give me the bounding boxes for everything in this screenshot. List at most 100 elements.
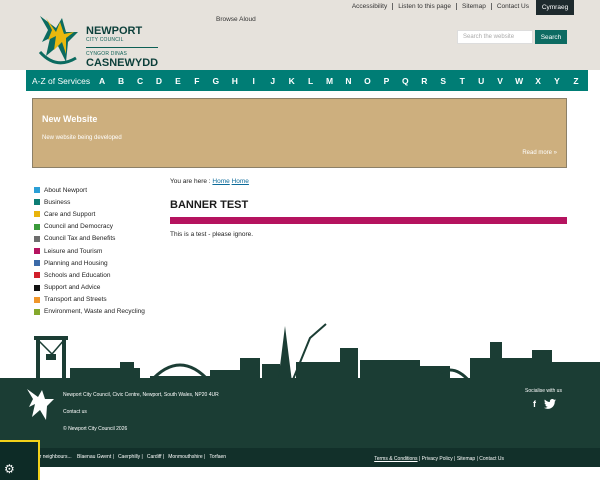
sidebar-item[interactable]: Business xyxy=(34,196,164,208)
az-letter-t[interactable]: T xyxy=(456,76,468,86)
legal-links: Terms & Conditions | Privacy Policy | Si… xyxy=(374,456,504,462)
logo-divider xyxy=(86,47,158,48)
sidebar-item-label: About Newport xyxy=(44,186,87,194)
footer-address: Newport City Council, Civic Centre, Newp… xyxy=(63,392,219,398)
page-title: BANNER TEST xyxy=(170,199,249,211)
sidebar-item[interactable]: Council Tax and Benefits xyxy=(34,233,164,245)
site-logo[interactable]: NEWPORT CITY COUNCIL CYNGOR DINAS CASNEW… xyxy=(36,12,166,69)
search-button[interactable]: Search xyxy=(535,30,567,44)
legal-link[interactable]: Privacy Policy xyxy=(422,456,453,462)
sidebar-item-label: Council Tax and Benefits xyxy=(44,235,116,243)
twitter-icon[interactable] xyxy=(544,399,556,409)
az-letter-o[interactable]: O xyxy=(361,76,373,86)
separator: | xyxy=(202,454,206,460)
neighbour-link[interactable]: Torfaen xyxy=(209,454,226,460)
az-letter-y[interactable]: Y xyxy=(551,76,563,86)
sidebar-item[interactable]: About Newport xyxy=(34,184,164,196)
separator: | xyxy=(140,454,143,460)
sidebar-color-square-icon xyxy=(34,308,40,315)
logo-line-2: CITY COUNCIL xyxy=(86,37,124,43)
az-letter-l[interactable]: L xyxy=(305,76,317,86)
sidebar-item-label: Transport and Streets xyxy=(44,296,107,304)
separator: | xyxy=(111,454,114,460)
sidebar-item[interactable]: Planning and Housing xyxy=(34,257,164,269)
sidebar-color-square-icon xyxy=(34,187,40,194)
city-skyline-illustration xyxy=(0,323,600,382)
az-letter-r[interactable]: R xyxy=(418,76,430,86)
az-letter-z[interactable]: Z xyxy=(570,76,582,86)
az-letter-n[interactable]: N xyxy=(343,76,355,86)
az-letter-b[interactable]: B xyxy=(115,76,127,86)
sidebar-item-label: Business xyxy=(44,198,71,206)
breadcrumb-home-link-2[interactable]: Home xyxy=(232,178,249,185)
legal-link[interactable]: Terms & Conditions xyxy=(374,456,417,462)
az-navigation: A-Z of Services ABCDEFGHIJKLMNOPQRSTUVWX… xyxy=(26,70,588,91)
breadcrumb-prefix: You are here : xyxy=(170,178,211,185)
az-letter-e[interactable]: E xyxy=(172,76,184,86)
neighbour-link[interactable]: Blaenau Gwent xyxy=(77,454,111,460)
logo-line-4: CASNEWYDD xyxy=(86,57,159,69)
facebook-icon[interactable]: f xyxy=(533,399,536,409)
neighbour-link[interactable]: Caerphilly xyxy=(118,454,140,460)
contact-link[interactable]: Contact Us xyxy=(492,3,534,10)
az-letter-a[interactable]: A xyxy=(96,76,108,86)
az-letter-q[interactable]: Q xyxy=(399,76,411,86)
az-letter-m[interactable]: M xyxy=(324,76,336,86)
az-letter-w[interactable]: W xyxy=(513,76,525,86)
neighbour-link[interactable]: Monmouthshire xyxy=(168,454,202,460)
sidebar-color-square-icon xyxy=(34,223,40,230)
az-letter-s[interactable]: S xyxy=(437,76,449,86)
title-underline-bar xyxy=(170,217,567,224)
gear-icon: ⚙ xyxy=(4,462,15,476)
az-letter-j[interactable]: J xyxy=(267,76,279,86)
footer-bottom-bar: Our neighbours... Blaenau Gwent | Caerphi… xyxy=(0,448,600,467)
listen-link[interactable]: Listen to this page xyxy=(393,3,457,10)
social-links: f xyxy=(533,399,556,409)
az-letter-h[interactable]: H xyxy=(229,76,241,86)
az-letter-d[interactable]: D xyxy=(153,76,165,86)
banner-subtitle: New website being developed xyxy=(42,135,122,141)
footer-dragon-logo-icon xyxy=(27,389,54,420)
legal-link[interactable]: Sitemap xyxy=(457,456,475,462)
logo-wordmark: NEWPORT CITY COUNCIL CYNGOR DINAS CASNEW… xyxy=(86,25,159,69)
sidebar-item[interactable]: Environment, Waste and Recycling xyxy=(34,306,164,318)
breadcrumb: You are here : Home Home xyxy=(170,178,249,185)
sidebar-item[interactable]: Council and Democracy xyxy=(34,221,164,233)
footer-copyright: © Newport City Council 2026 xyxy=(63,426,128,432)
az-letter-v[interactable]: V xyxy=(494,76,506,86)
sidebar-item-label: Council and Democracy xyxy=(44,223,114,231)
cookie-settings-button[interactable]: ⚙ xyxy=(0,440,40,480)
az-letter-x[interactable]: X xyxy=(532,76,544,86)
logo-line-1: NEWPORT xyxy=(86,25,143,37)
browse-aloud-link[interactable]: Browse Aloud xyxy=(216,16,256,23)
sidebar-item-label: Environment, Waste and Recycling xyxy=(44,308,145,316)
sidebar-color-square-icon xyxy=(34,284,40,291)
language-button[interactable]: Cymraeg xyxy=(536,0,574,15)
az-letter-u[interactable]: U xyxy=(475,76,487,86)
breadcrumb-home-link[interactable]: Home xyxy=(212,178,229,185)
promo-banner[interactable]: New Website New website being developed … xyxy=(32,98,567,168)
az-letter-g[interactable]: G xyxy=(210,76,222,86)
banner-title: New Website xyxy=(42,114,98,124)
az-letter-i[interactable]: I xyxy=(248,76,260,86)
sidebar-item[interactable]: Care and Support xyxy=(34,208,164,220)
az-letter-f[interactable]: F xyxy=(191,76,203,86)
sidebar-item[interactable]: Transport and Streets xyxy=(34,294,164,306)
sidebar-item[interactable]: Leisure and Tourism xyxy=(34,245,164,257)
sidebar-color-square-icon xyxy=(34,235,40,242)
sidebar-item[interactable]: Schools and Education xyxy=(34,269,164,281)
az-letter-c[interactable]: C xyxy=(134,76,146,86)
search-input[interactable]: Search the website xyxy=(457,30,533,44)
sidebar-item[interactable]: Support and Advice xyxy=(34,282,164,294)
sidebar-item-label: Schools and Education xyxy=(44,271,111,279)
banner-read-more-link[interactable]: Read more » xyxy=(522,150,557,156)
legal-link[interactable]: Contact Us xyxy=(479,456,504,462)
az-label[interactable]: A-Z of Services xyxy=(26,76,96,86)
sitemap-link[interactable]: Sitemap xyxy=(457,3,492,10)
az-letter-p[interactable]: P xyxy=(380,76,392,86)
az-letters: ABCDEFGHIJKLMNOPQRSTUVWXYZ xyxy=(96,76,588,86)
footer-contact-link[interactable]: Contact us xyxy=(63,409,87,415)
neighbour-link[interactable]: Cardiff xyxy=(147,454,162,460)
az-letter-k[interactable]: K xyxy=(286,76,298,86)
accessibility-link[interactable]: Accessibility xyxy=(347,3,394,10)
